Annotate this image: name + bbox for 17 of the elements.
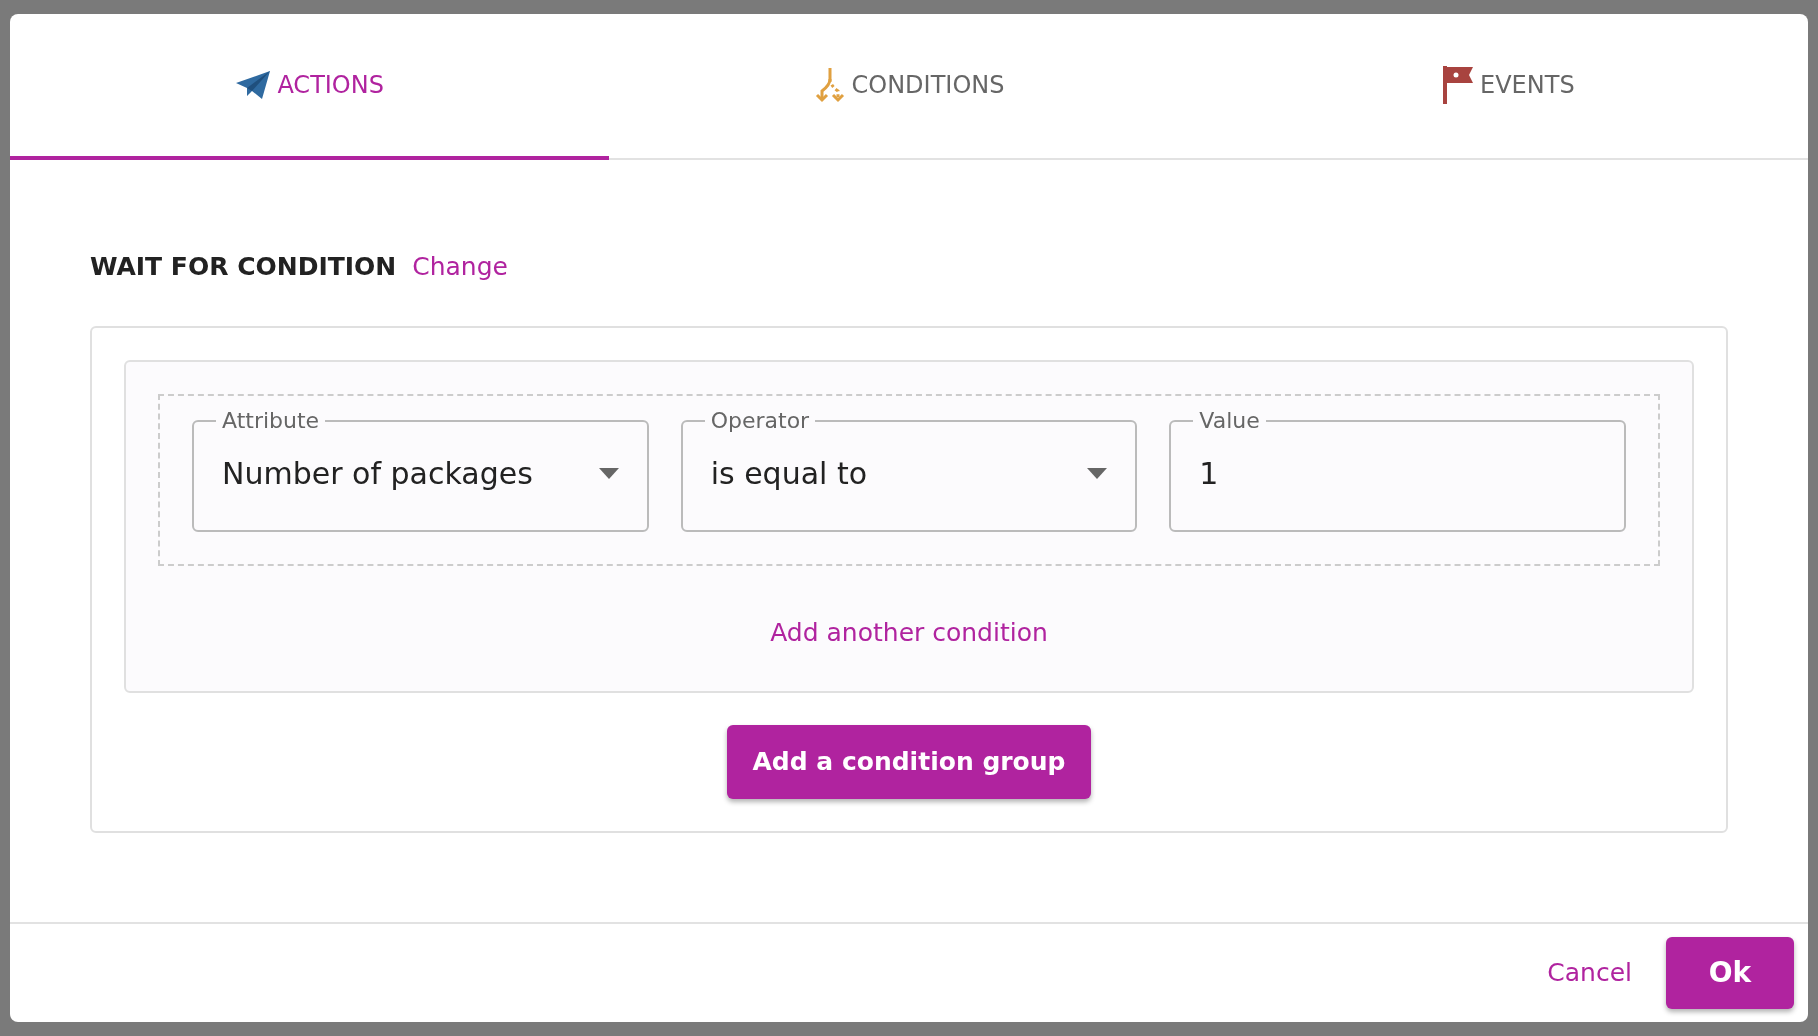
add-group-button[interactable]: Add a condition group [726, 725, 1092, 799]
paper-plane-icon [235, 70, 272, 100]
ok-button[interactable]: Ok [1666, 937, 1794, 1009]
select-field[interactable]: Attribute Number of packages [192, 409, 649, 532]
tab[interactable]: EVENTS [1208, 14, 1808, 160]
select-field[interactable]: Operator is equal to [680, 409, 1138, 532]
input-field[interactable]: Value 1 [1169, 409, 1626, 532]
section-title: WAIT FOR CONDITION [90, 251, 397, 283]
tab[interactable]: CONDITIONS [609, 14, 1209, 160]
split-arrows-icon [813, 67, 846, 103]
change-link[interactable]: Change [412, 248, 508, 286]
flag-icon [1442, 65, 1474, 105]
tab[interactable]: ACTIONS [10, 14, 610, 160]
add-condition-link[interactable]: Add another condition [770, 617, 1048, 647]
dropdown-caret-icon [1087, 468, 1108, 479]
cancel-button[interactable]: Cancel [1547, 954, 1632, 992]
dropdown-caret-icon [598, 468, 619, 479]
